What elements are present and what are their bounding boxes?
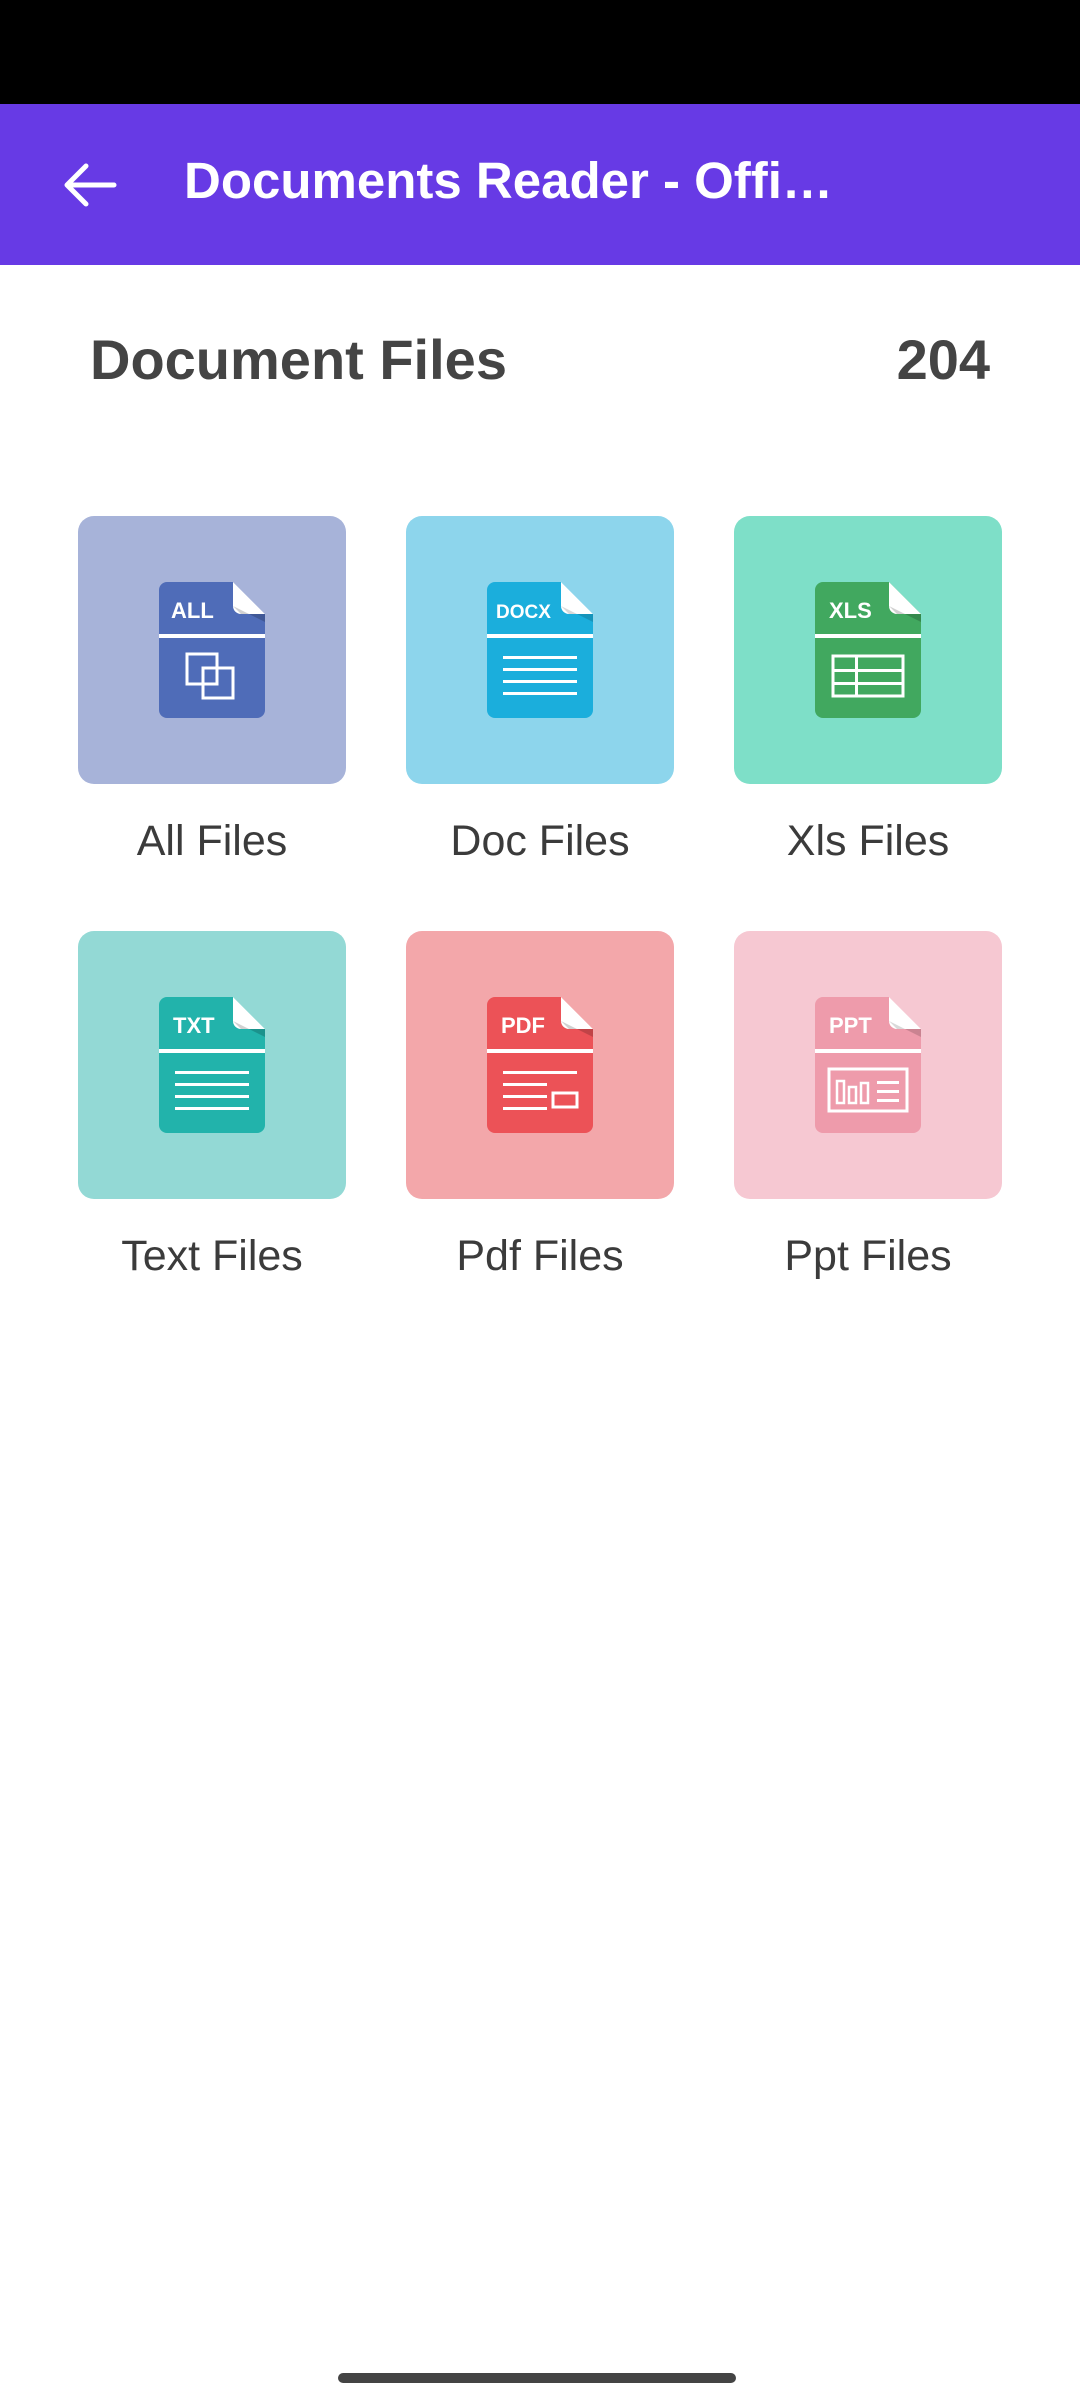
- category-label: Text Files: [121, 1232, 303, 1280]
- tile-box: TXT: [78, 931, 346, 1199]
- txt-file-icon: TXT: [159, 997, 265, 1133]
- category-label: All Files: [136, 817, 288, 865]
- tile-box: XLS: [734, 516, 1002, 784]
- pdf-file-icon: PDF: [487, 997, 593, 1133]
- home-indicator[interactable]: [338, 2373, 736, 2383]
- back-button[interactable]: [40, 135, 140, 235]
- svg-text:PDF: PDF: [501, 1013, 545, 1038]
- app-bar: Documents Reader - Offi…: [0, 104, 1080, 265]
- file-count: 204: [896, 328, 990, 391]
- ppt-file-icon: PPT: [815, 997, 921, 1133]
- category-label: Ppt Files: [784, 1232, 952, 1280]
- category-pdf-files[interactable]: PDF Pdf Files: [406, 931, 674, 1280]
- svg-text:PPT: PPT: [829, 1013, 872, 1038]
- svg-text:XLS: XLS: [829, 598, 872, 623]
- svg-text:TXT: TXT: [173, 1013, 215, 1038]
- category-text-files[interactable]: TXT Text Files: [78, 931, 346, 1280]
- category-doc-files[interactable]: DOCX Doc Files: [406, 516, 674, 865]
- doc-file-icon: DOCX: [487, 582, 593, 718]
- arrow-back-icon: [64, 163, 117, 207]
- category-ppt-files[interactable]: PPT Ppt Files: [734, 931, 1002, 1280]
- category-xls-files[interactable]: XLS Xls Files: [734, 516, 1002, 865]
- xls-file-icon: XLS: [815, 582, 921, 718]
- tile-box: PPT: [734, 931, 1002, 1199]
- tile-box: PDF: [406, 931, 674, 1199]
- tile-box: ALL: [78, 516, 346, 784]
- all-files-icon: ALL: [159, 582, 265, 718]
- category-label: Pdf Files: [456, 1232, 624, 1280]
- svg-text:DOCX: DOCX: [496, 602, 551, 623]
- app-title: Documents Reader - Offi…: [184, 152, 833, 209]
- category-all-files[interactable]: ALL All Files: [78, 516, 346, 865]
- status-bar: [0, 0, 1080, 104]
- category-label: Doc Files: [450, 817, 630, 865]
- section-title: Document Files: [90, 328, 507, 391]
- category-label: Xls Files: [786, 817, 950, 865]
- tile-box: DOCX: [406, 516, 674, 784]
- section-header: Document Files 204: [90, 322, 990, 402]
- svg-text:ALL: ALL: [171, 598, 214, 623]
